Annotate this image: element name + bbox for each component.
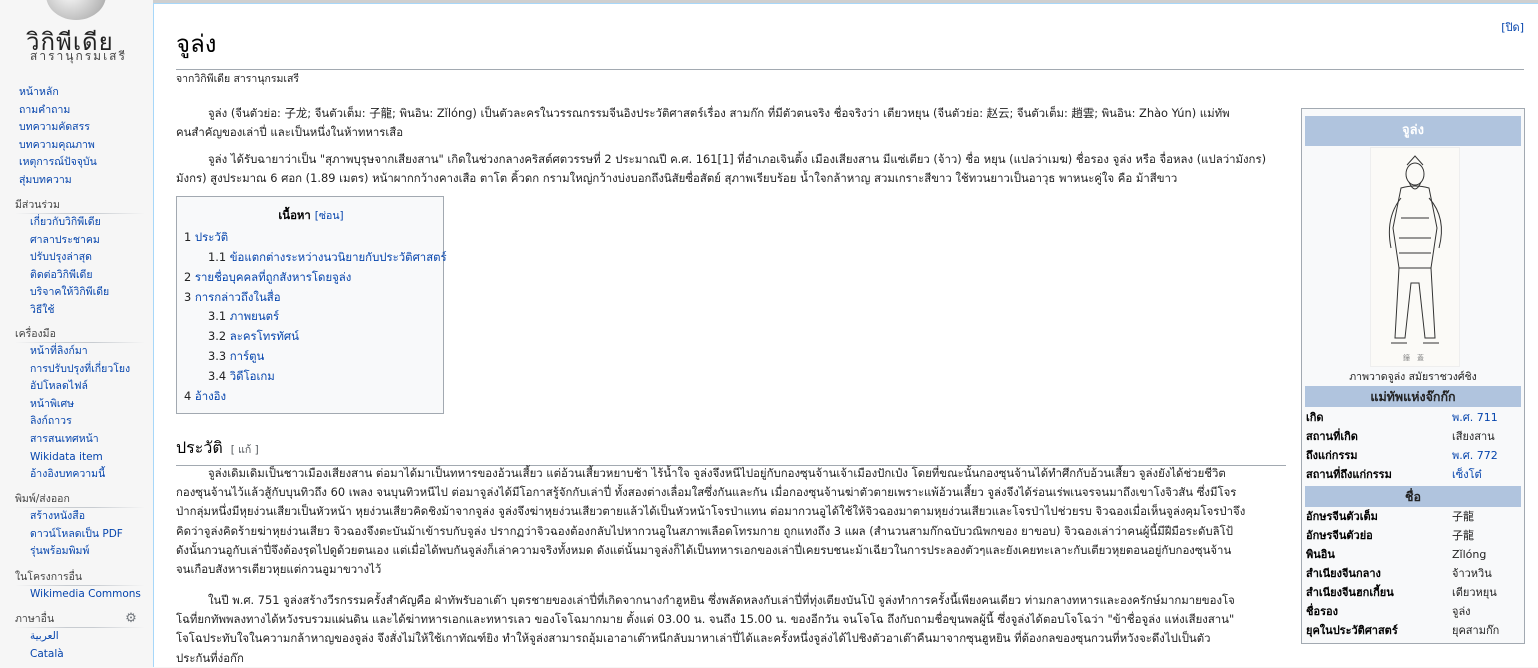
history-line: ป่ากลุ่มหนึ่งมีหุยง่วนเสียวเป็นหัวหน้า ห…	[176, 504, 1246, 519]
lang-catalan[interactable]: Català	[0, 646, 153, 664]
infobox: จูล่ง 鐘 蓋 ภาพวาดจูล่ง สมัยราชวงศ์ชิง แม่…	[1301, 108, 1525, 644]
intro1-line2: คนสำคัญของเล่าปี่ และเป็นหนึ่งในห้าทหารเ…	[176, 125, 404, 140]
toc-item-1-1[interactable]: 1.1 ข้อแตกต่างระหว่างนวนิยายกับประวัติศา…	[208, 249, 447, 267]
intro1-line1: จูล่ง (จีนตัวย่อ: 子龙; จีนตัวเต็ม: 子龍; พิ…	[208, 106, 1230, 120]
edit-section-link[interactable]: [ แก้ ]	[231, 444, 259, 456]
history-line: จูล่งเดิมเดิมเป็นชาวเมืองเสียงสาน ต่อมาไ…	[208, 466, 1226, 480]
intro2-line1: จูล่ง ได้รับฉายาว่าเป็น "สุภาพบุรุษจากเส…	[208, 152, 1267, 166]
globe-icon	[46, 0, 106, 20]
sidebar: วิกิพีเดีย สารานุกรมเสรี หน้าหลัก ถามคำถ…	[0, 0, 153, 667]
nav-upload[interactable]: อัปโหลดไฟล์	[0, 378, 153, 396]
history-line: กองซุนจ้านไว้แล้วสู้กับบุนทิวถึง 60 เพลง…	[176, 485, 1237, 500]
nav-ask[interactable]: ถามคำถาม	[0, 102, 153, 120]
nav-print-header: พิมพ์/ส่งออก	[15, 493, 70, 505]
history-paragraph-2: ในปี พ.ศ. 751 จูล่งสร้างวีรกรรมครั้งสำคั…	[176, 591, 1286, 668]
history-line: โฉที่ยกทัพพลงทางได้หวังรบรวมแผ่นดิน และไ…	[176, 612, 1235, 627]
svg-text:鐘 蓋: 鐘 蓋	[1403, 353, 1424, 362]
infobox-row: ชื่อรอง จูล่ง	[1306, 605, 1471, 618]
toc-item-2[interactable]: 2 รายชื่อบุคคลที่ถูกสังหารโดยจูล่ง	[184, 269, 351, 287]
portrait-image[interactable]: 鐘 蓋	[1370, 147, 1460, 367]
nav-permalink[interactable]: ลิงก์ถาวร	[0, 413, 153, 431]
nav-projects: ในโครงการอื่น Wikimedia Commons	[0, 569, 153, 604]
nav-tools: เครื่องมือ หน้าที่ลิงก์มา การปรับปรุงที่…	[0, 326, 153, 484]
nav-community[interactable]: ศาลาประชาคม	[0, 232, 153, 250]
nav-about[interactable]: เกี่ยวกับวิกิพีเดีย	[0, 214, 153, 232]
history-paragraph-1: จูล่งเดิมเดิมเป็นชาวเมืองเสียงสาน ต่อมาไ…	[176, 464, 1286, 579]
infobox-row: สถานที่ถึงแก่กรรม เซ็งโต๋	[1306, 468, 1482, 481]
toc-item-1[interactable]: 1 ประวัติ	[184, 229, 228, 247]
toc-item-4[interactable]: 4 อ้างอิง	[184, 388, 226, 406]
table-of-contents: เนื้อหา [ซ่อน] 1 ประวัติ 1.1 ข้อแตกต่างร…	[176, 196, 447, 414]
nav-projects-header: ในโครงการอื่น	[15, 571, 83, 583]
nav-featured[interactable]: บทความคัดสรร	[0, 119, 153, 137]
nav-print: พิมพ์/ส่งออก สร้างหนังสือ ดาวน์โหลดเป็น …	[0, 491, 153, 561]
nav-good-articles[interactable]: บทความคุณภาพ	[0, 137, 153, 155]
nav-download-pdf[interactable]: ดาวน์โหลดเป็น PDF	[0, 526, 153, 544]
nav-commons[interactable]: Wikimedia Commons	[0, 586, 153, 604]
nav-contact[interactable]: ติดต่อวิกิพีเดีย	[0, 267, 153, 285]
nav-help[interactable]: วิธีใช้	[0, 302, 153, 320]
intro2-line2: มังกร) สูงประมาณ 6 ศอก (1.89 เมตร) หน้าผ…	[176, 171, 1178, 186]
toc-item-3-4[interactable]: 3.4 วิดีโอเกม	[208, 368, 275, 386]
nav-cite[interactable]: อ้างอิงบทความนี้	[0, 466, 153, 484]
infobox-section-general: แม่ทัพแห่งจ๊กก๊ก	[1305, 386, 1521, 407]
nav-random[interactable]: สุ่มบทความ	[0, 172, 153, 190]
nav-recent-changes[interactable]: ปรับปรุงล่าสุด	[0, 249, 153, 267]
nav-main: หน้าหลัก ถามคำถาม บทความคัดสรร บทความคุณ…	[0, 84, 153, 190]
nav-current-events[interactable]: เหตุการณ์ปัจจุบัน	[0, 154, 153, 172]
nav-printable[interactable]: รุ่นพร้อมพิมพ์	[0, 543, 153, 561]
nav-donate[interactable]: บริจาคให้วิกิพีเดีย	[0, 284, 153, 302]
toc-item-3-2[interactable]: 3.2 ละครโทรทัศน์	[208, 328, 299, 346]
infobox-row: สำเนียงจีนฮกเกี้ยน เตียวหยุน	[1306, 586, 1497, 599]
infobox-section-names: ชื่อ	[1305, 486, 1521, 507]
toc-item-3-3[interactable]: 3.3 การ์ตูน	[208, 348, 264, 366]
infobox-row: อักษรจีนตัวเต็ม 子龍	[1306, 510, 1474, 523]
infobox-row: เกิด พ.ศ. 711	[1306, 411, 1498, 424]
nav-related-changes[interactable]: การปรับปรุงที่เกี่ยวโยง	[0, 361, 153, 379]
intro-paragraph-2: จูล่ง ได้รับฉายาว่าเป็น "สุภาพบุรุษจากเส…	[176, 150, 1296, 188]
nav-special-pages[interactable]: หน้าพิเศษ	[0, 396, 153, 414]
toc-title: เนื้อหา [ซ่อน]	[278, 208, 344, 222]
site-subtitle: จากวิกิพีเดีย สารานุกรมเสรี	[176, 73, 300, 85]
history-line: ในปี พ.ศ. 751 จูล่งสร้างวีรกรรมครั้งสำคั…	[208, 593, 1235, 607]
toc-item-3[interactable]: 3 การกล่าวถึงในสื่อ	[184, 289, 281, 307]
infobox-row: พินอิน Zǐlóng	[1306, 548, 1487, 561]
portrait-caption: ภาพวาดจูล่ง สมัยราชวงศ์ชิง	[1349, 371, 1477, 383]
intro-paragraph-1: จูล่ง (จีนตัวย่อ: 子龙; จีนตัวเต็ม: 子龍; พิ…	[176, 104, 1296, 142]
infobox-title: จูล่ง	[1305, 116, 1521, 146]
infobox-row: อักษรจีนตัวย่อ 子龍	[1306, 529, 1474, 542]
nav-page-info[interactable]: สารสนเทศหน้า	[0, 431, 153, 449]
nav-create-book[interactable]: สร้างหนังสือ	[0, 508, 153, 526]
nav-what-links-here[interactable]: หน้าที่ลิงก์มา	[0, 343, 153, 361]
nav-participate: มีส่วนร่วม เกี่ยวกับวิกิพีเดีย ศาลาประชา…	[0, 197, 153, 320]
history-line: โจโฉประทับใจในความกล้าหาญของจูล่ง จึงสั่…	[176, 631, 1211, 646]
wikipedia-logo[interactable]: วิกิพีเดีย สารานุกรมเสรี	[20, 0, 130, 70]
toc-toggle[interactable]: [ซ่อน]	[315, 210, 344, 222]
history-line: คิดว่าจูล่งคิดร้ายฆ่าหุยง่วนเสียว จิวฉอง…	[176, 523, 1233, 538]
nav-tools-header: เครื่องมือ	[15, 328, 56, 340]
infobox-row: สถานที่เกิด เสียงสาน	[1306, 430, 1495, 443]
history-line: ประกันที่ง่อก๊ก	[176, 650, 244, 665]
lang-arabic[interactable]: العربية	[0, 628, 153, 646]
nav-participate-header: มีส่วนร่วม	[15, 199, 60, 211]
section-heading-history: ประวัติ[ แก้ ]	[176, 436, 1286, 466]
nav-wikidata[interactable]: Wikidata item	[0, 449, 153, 467]
logo-tagline: สารานุกรมเสรี	[30, 49, 127, 63]
content: [ปิด] จูล่ง จากวิกิพีเดีย สารานุกรมเสรี …	[153, 3, 1538, 667]
toc-item-3-1[interactable]: 3.1 ภาพยนตร์	[208, 308, 279, 326]
infobox-row: ถึงแก่กรรม พ.ศ. 772	[1306, 449, 1498, 462]
infobox-row: สำเนียงจีนกลาง จ้าวหวิน	[1306, 567, 1492, 580]
infobox-row: ยุคในประวัติศาสตร์ ยุคสามก๊ก	[1306, 624, 1500, 637]
gear-icon[interactable]: ⚙	[124, 612, 138, 626]
page-title: จูล่ง	[176, 24, 1524, 70]
history-line: จนเกือบสังหารเตียวหุยแต่กวนอูมาขวางไว้	[176, 562, 382, 577]
nav-main-page[interactable]: หน้าหลัก	[0, 84, 153, 102]
history-line: ดังนั้นกวนอูกับเล่าปี่จึงต้องรุดไปดูด้วย…	[176, 542, 1232, 557]
portrait-drawing: 鐘 蓋	[1388, 155, 1442, 362]
